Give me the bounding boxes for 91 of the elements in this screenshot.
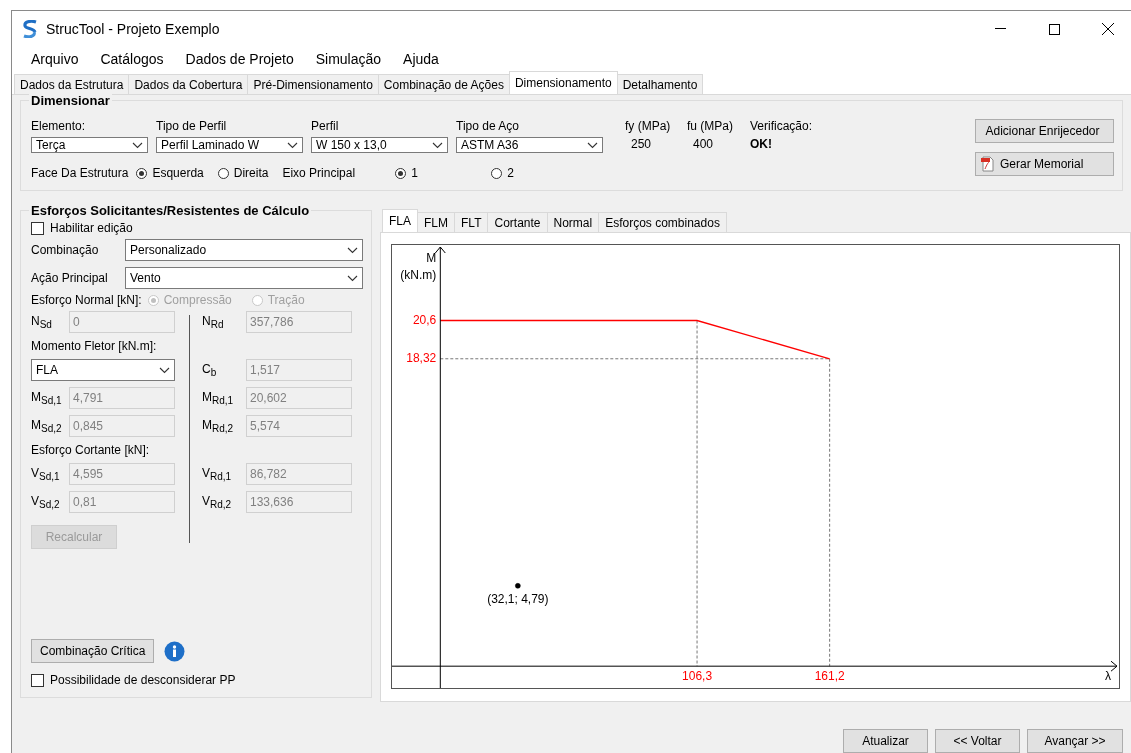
menu-item[interactable]: Catálogos — [89, 51, 175, 67]
field-label: V$_{Rd,2}$ — [202, 494, 233, 510]
option-label: Tração — [267, 293, 305, 307]
radio-button[interactable] — [491, 167, 503, 179]
field-label: C$_{b}$ — [202, 362, 218, 378]
field-label: M$_{Sd,2}$ — [31, 418, 63, 434]
minimize-icon — [994, 28, 1006, 30]
field-label: N$_{Sd}$ — [31, 314, 53, 330]
chevron-down-icon — [132, 141, 143, 149]
point-label: (32,1; 4,79) — [487, 591, 549, 606]
axis-label: M (kN.m) — [400, 251, 437, 282]
field-label: M$_{Rd,1}$ — [202, 390, 235, 406]
field-label: Verificação: — [750, 119, 814, 133]
option-label: 1 — [411, 166, 418, 180]
section-label: Esforço Cortante [kN]: — [31, 443, 150, 457]
menu-item[interactable]: Dados de Projeto — [174, 51, 305, 67]
nav-button[interactable]: Atualizar — [843, 729, 928, 753]
pdf-file-icon — [980, 156, 996, 172]
tick-label: 20,6 — [412, 312, 437, 327]
maximize-icon — [1048, 23, 1060, 35]
option-label: Compressão — [163, 293, 232, 307]
checkbox[interactable] — [31, 221, 44, 235]
dropdown[interactable]: Vento — [125, 267, 363, 289]
chevron-down-icon — [159, 366, 170, 374]
field-label: M$_{Sd,1}$ — [31, 390, 63, 406]
tab[interactable]: Pré-Dimensionamento — [247, 74, 379, 94]
group-title: Esforços Solicitantes/Resistentes de Cálculo — [29, 203, 312, 218]
field-label: fy (MPa) — [625, 119, 672, 133]
data-point — [515, 583, 521, 589]
tab[interactable]: Combinação de Ações — [377, 74, 510, 94]
checkbox-label: Possibilidade de desconsiderar PP — [50, 673, 236, 687]
dropdown[interactable]: Personalizado — [125, 239, 363, 261]
option-label: Direita — [233, 166, 269, 180]
radio-button[interactable] — [395, 167, 407, 179]
info-icon — [164, 640, 186, 662]
field-label: Tipo de Perfil — [156, 119, 228, 133]
field-label: Perfil — [311, 119, 340, 133]
menu-item[interactable]: Simulação — [304, 51, 393, 67]
chevron-down-icon — [347, 274, 358, 282]
dropdown[interactable]: ASTM A36 — [456, 137, 603, 153]
tab[interactable]: FLA — [382, 209, 418, 232]
tick-label: 106,3 — [682, 669, 713, 683]
field-label: V$_{Rd,1}$ — [202, 466, 233, 482]
menu-item[interactable]: Arquivo — [20, 51, 90, 67]
axis-label: λ — [1105, 669, 1111, 683]
nav-button[interactable]: Avançar >> — [1027, 729, 1123, 753]
chevron-down-icon — [432, 141, 443, 149]
field-label: Ação Principal — [31, 271, 109, 285]
field-label: M$_{Rd,2}$ — [202, 418, 235, 434]
tab[interactable]: Esforços combinados — [598, 212, 727, 232]
action-button[interactable]: Adicionar Enrijecedor — [975, 119, 1114, 143]
chevron-down-icon — [287, 141, 298, 149]
field-label: Tipo de Aço — [456, 119, 520, 133]
window-title: StrucTool - Projeto Exemplo — [46, 21, 221, 37]
value-text: 400 — [692, 137, 715, 151]
tab[interactable]: Dados da Estrutura — [14, 74, 130, 94]
dropdown[interactable]: Perfil Laminado W — [156, 137, 303, 153]
radio-button[interactable] — [217, 167, 229, 179]
tab[interactable]: Detalhamento — [616, 74, 704, 94]
app-logo-icon — [22, 20, 38, 38]
option-label: 2 — [507, 166, 514, 180]
field-label: fu (MPa) — [687, 119, 734, 133]
chevron-down-icon — [347, 246, 358, 254]
field-label: Combinação — [31, 243, 100, 257]
chevron-down-icon — [587, 141, 598, 149]
tick-label: 18,32 — [406, 350, 437, 365]
value-text: 250 — [630, 137, 653, 151]
group-title: Dimensionar — [29, 93, 112, 108]
field-label: Elemento: — [31, 119, 87, 133]
dropdown[interactable]: Terça — [31, 137, 148, 153]
option-label: Esquerda — [152, 166, 204, 180]
dropdown[interactable]: FLA — [31, 359, 175, 381]
action-button[interactable]: Gerar Memorial — [975, 152, 1114, 176]
tick-label: 161,2 — [814, 669, 845, 683]
section-label: Momento Fletor [kN.m]: — [31, 339, 157, 353]
checkbox[interactable] — [31, 673, 44, 687]
radio-button[interactable] — [136, 167, 148, 179]
field-label: Eixo Principal — [282, 166, 356, 180]
nav-button[interactable]: << Voltar — [935, 729, 1020, 753]
field-label: V$_{Sd,1}$ — [31, 466, 61, 482]
tab[interactable]: Dados da Cobertura — [128, 74, 249, 94]
field-label: V$_{Sd,2}$ — [31, 494, 61, 510]
close-icon — [1102, 23, 1114, 35]
field-label: N$_{Rd}$ — [202, 314, 225, 330]
checkbox-label: Habilitar edição — [50, 221, 133, 235]
value-text: OK! — [750, 137, 773, 151]
menu-item[interactable]: Ajuda — [392, 51, 450, 67]
dropdown[interactable]: W 150 x 13,0 — [311, 137, 448, 153]
critical-combination-button[interactable]: Combinação Crítica — [31, 639, 155, 663]
field-label: Face Da Estrutura — [31, 166, 129, 180]
field-label: Esforço Normal [kN]: — [31, 293, 142, 307]
